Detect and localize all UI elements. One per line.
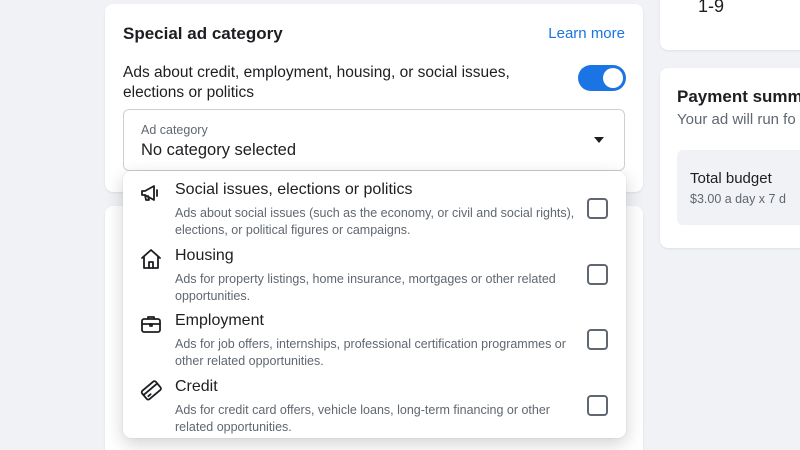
ad-category-select-value: No category selected: [141, 141, 297, 159]
credit-card-icon: [139, 378, 163, 402]
option-description: Ads about social issues (such as the eco…: [175, 206, 575, 237]
special-ad-category-card: Special ad category Learn more Ads about…: [105, 4, 643, 192]
payment-summary-subtitle: Your ad will run fo: [677, 111, 796, 128]
section-title: Special ad category: [123, 24, 283, 43]
briefcase-icon: [139, 312, 163, 336]
payment-summary-card: Payment summ Your ad will run fo Total b…: [660, 68, 800, 248]
toggle-knob: [603, 68, 623, 88]
total-budget-title: Total budget: [690, 170, 772, 187]
caret-down-icon: [594, 137, 604, 143]
option-social-issues[interactable]: Social issues, elections or politics Ads…: [123, 171, 626, 237]
option-checkbox[interactable]: [587, 264, 608, 285]
option-title: Housing: [175, 247, 234, 264]
ad-category-dropdown: Social issues, elections or politics Ads…: [123, 171, 626, 438]
option-checkbox[interactable]: [587, 329, 608, 350]
ad-category-select-label: Ad category: [141, 123, 208, 137]
option-checkbox[interactable]: [587, 198, 608, 219]
learn-more-link[interactable]: Learn more: [548, 25, 625, 42]
ad-category-select[interactable]: Ad category No category selected: [123, 109, 625, 171]
option-credit[interactable]: Credit Ads for credit card offers, vehic…: [123, 368, 626, 434]
option-checkbox[interactable]: [587, 395, 608, 416]
option-title: Social issues, elections or politics: [175, 181, 413, 198]
payment-summary-title: Payment summ: [677, 87, 800, 106]
house-icon: [139, 247, 163, 271]
special-ad-toggle[interactable]: [578, 65, 626, 91]
option-description: Ads for credit card offers, vehicle loan…: [175, 403, 550, 434]
option-description: Ads for property listings, home insuranc…: [175, 272, 556, 303]
audience-size-card: 1-9: [660, 0, 800, 50]
option-title: Credit: [175, 378, 218, 395]
total-budget-value: $3.00 a day x 7 d: [690, 192, 786, 206]
megaphone-icon: [139, 181, 163, 205]
option-description: Ads for job offers, internships, profess…: [175, 337, 566, 368]
total-budget-box: Total budget $3.00 a day x 7 d: [677, 150, 800, 225]
option-title: Employment: [175, 312, 264, 329]
special-ad-toggle-label: Ads about credit, employment, housing, o…: [123, 64, 510, 101]
option-housing[interactable]: Housing Ads for property listings, home …: [123, 237, 626, 303]
audience-size-value: 1-9: [698, 0, 725, 16]
option-employment[interactable]: Employment Ads for job offers, internshi…: [123, 302, 626, 368]
